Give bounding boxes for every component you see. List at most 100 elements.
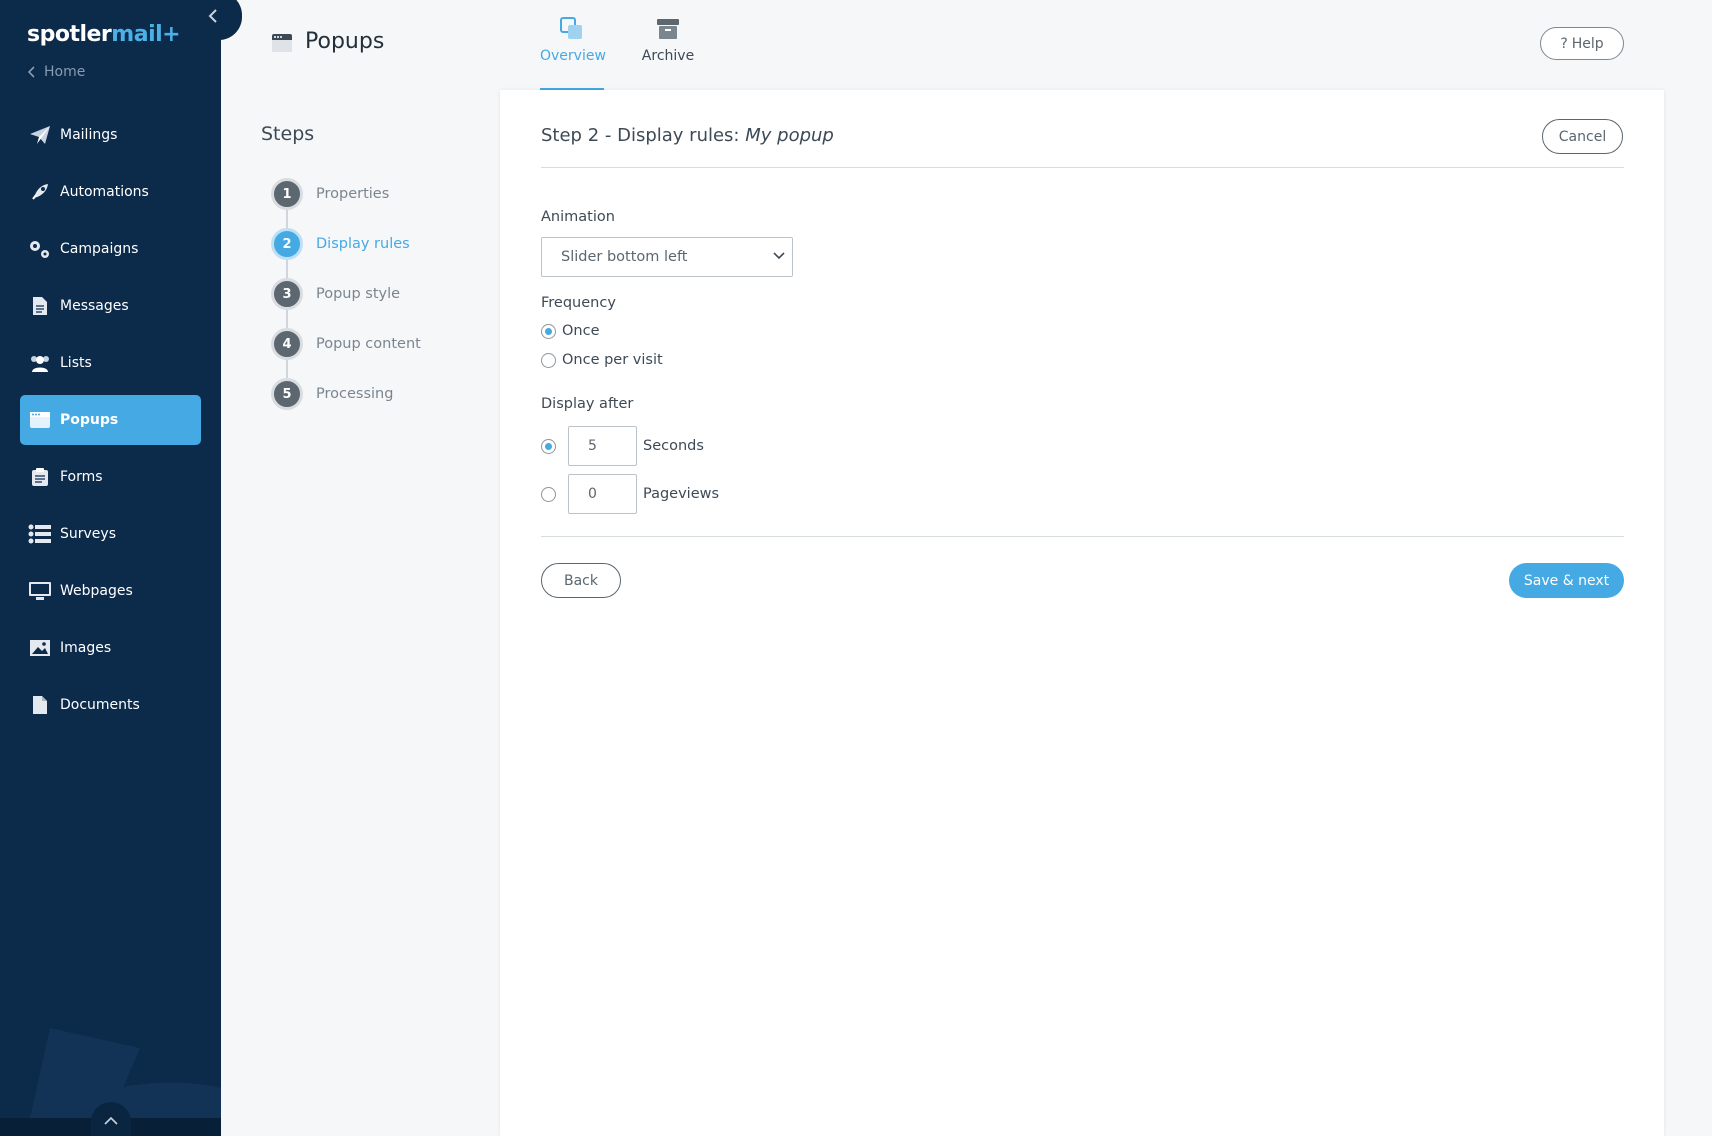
file-icon: [28, 693, 52, 717]
page-title: Popups: [305, 29, 385, 54]
step-number: 5: [271, 378, 303, 410]
display-after-pageviews-row: 0 Pageviews: [541, 474, 719, 514]
frequency-option-once[interactable]: Once: [541, 323, 600, 339]
sidebar-item-label: Mailings: [60, 127, 118, 143]
sidebar-item-documents[interactable]: Documents: [20, 680, 201, 730]
radio-label: Once: [562, 323, 600, 339]
radio-button[interactable]: [541, 486, 556, 502]
step-number: 1: [271, 178, 303, 210]
display-after-seconds-row: 5 Seconds: [541, 426, 704, 466]
popup-window-icon: [28, 408, 52, 432]
chevron-down-icon: [773, 252, 785, 260]
step-display-rules[interactable]: 2 Display rules: [271, 228, 410, 260]
step-number: 2: [271, 228, 303, 260]
overview-icon: [560, 17, 582, 39]
sidebar-item-automations[interactable]: Automations: [20, 167, 201, 217]
clipboard-icon: [28, 465, 52, 489]
sidebar-item-surveys[interactable]: Surveys: [20, 509, 201, 559]
radio-button[interactable]: [541, 323, 556, 339]
sidebar-item-messages[interactable]: Messages: [20, 281, 201, 331]
document-icon: [28, 294, 52, 318]
sidebar-item-label: Automations: [60, 184, 149, 200]
steps-title: Steps: [261, 123, 315, 145]
pageviews-input[interactable]: 0: [568, 474, 637, 514]
step-label: Popup content: [316, 336, 421, 352]
step-popup-content[interactable]: 4 Popup content: [271, 328, 421, 360]
archive-box-icon: [657, 19, 679, 39]
sidebar-item-mailings[interactable]: Mailings: [20, 110, 201, 160]
chevron-up-icon: [104, 1116, 118, 1125]
sidebar-item-label: Messages: [60, 298, 129, 314]
chevron-left-icon: [208, 9, 217, 23]
logo: spotlermail+: [27, 22, 181, 47]
rocket-icon: [28, 180, 52, 204]
users-icon: [28, 351, 52, 375]
step-label: Processing: [316, 386, 394, 402]
sidebar-item-label: Surveys: [60, 526, 116, 542]
sidebar-item-images[interactable]: Images: [20, 623, 201, 673]
cancel-button[interactable]: Cancel: [1542, 119, 1623, 154]
animation-label: Animation: [541, 209, 615, 225]
chevron-left-icon: [28, 66, 35, 78]
card-title: Step 2 - Display rules: My popup: [541, 125, 834, 146]
radio-button[interactable]: [541, 438, 556, 454]
help-label: Help: [1571, 35, 1604, 52]
popup-window-icon: [272, 34, 292, 52]
radio-button[interactable]: [541, 352, 556, 368]
sidebar-item-label: Documents: [60, 697, 140, 713]
step-number: 4: [271, 328, 303, 360]
image-icon: [28, 636, 52, 660]
sidebar-item-label: Webpages: [60, 583, 133, 599]
animation-select[interactable]: Slider bottom left: [541, 237, 793, 277]
sidebar-item-label: Images: [60, 640, 112, 656]
sidebar-nav: Mailings Automations Campaigns Messages …: [20, 110, 201, 737]
step-properties[interactable]: 1 Properties: [271, 178, 389, 210]
sidebar-item-lists[interactable]: Lists: [20, 338, 201, 388]
step-label: Properties: [316, 186, 390, 202]
step-number: 3: [271, 278, 303, 310]
logo-accent-text: mail+: [111, 22, 181, 47]
gears-icon: [28, 237, 52, 261]
paper-plane-icon: [28, 123, 52, 147]
step-label: Popup style: [316, 286, 401, 302]
frequency-label: Frequency: [541, 295, 616, 311]
step-processing[interactable]: 5 Processing: [271, 378, 393, 410]
save-next-button[interactable]: Save & next: [1509, 563, 1624, 598]
sidebar-item-popups[interactable]: Popups: [20, 395, 201, 445]
sidebar: spotlermail+ Home Mailings Automations C…: [0, 0, 221, 1136]
sidebar-item-campaigns[interactable]: Campaigns: [20, 224, 201, 274]
scroll-up-button[interactable]: [91, 1102, 131, 1136]
sidebar-item-label: Forms: [60, 469, 103, 485]
sidebar-item-label: Campaigns: [60, 241, 139, 257]
survey-list-icon: [28, 522, 52, 546]
help-button[interactable]: ? Help: [1540, 27, 1624, 60]
tab-archive[interactable]: Archive: [640, 16, 696, 90]
divider: [541, 167, 1624, 168]
display-rules-card: Step 2 - Display rules: My popup Cancel …: [500, 90, 1664, 1136]
sidebar-item-webpages[interactable]: Webpages: [20, 566, 201, 616]
seconds-input[interactable]: 5: [568, 426, 637, 466]
tab-overview[interactable]: Overview: [540, 16, 606, 90]
back-button[interactable]: Back: [541, 563, 621, 598]
monitor-icon: [28, 579, 52, 603]
seconds-unit-label: Seconds: [643, 438, 704, 454]
step-popup-style[interactable]: 3 Popup style: [271, 278, 400, 310]
display-after-label: Display after: [541, 396, 634, 412]
animation-selected-value: Slider bottom left: [561, 249, 688, 265]
divider: [541, 536, 1624, 537]
card-title-prefix: Step 2 - Display rules:: [541, 125, 740, 146]
pageviews-unit-label: Pageviews: [643, 486, 720, 502]
tab-label: Archive: [641, 48, 695, 64]
popup-name: My popup: [745, 125, 834, 146]
home-label: Home: [44, 64, 86, 80]
sidebar-item-forms[interactable]: Forms: [20, 452, 201, 502]
collapse-sidebar-button[interactable]: [196, 0, 242, 40]
frequency-option-once-per-visit[interactable]: Once per visit: [541, 352, 663, 368]
home-link[interactable]: Home: [28, 64, 85, 80]
logo-text: spotler: [27, 22, 112, 47]
radio-label: Once per visit: [562, 352, 663, 368]
tab-label: Overview: [540, 48, 606, 64]
step-label: Display rules: [316, 236, 410, 252]
question-mark-icon: ?: [1560, 35, 1568, 52]
sidebar-item-label: Popups: [60, 412, 119, 428]
